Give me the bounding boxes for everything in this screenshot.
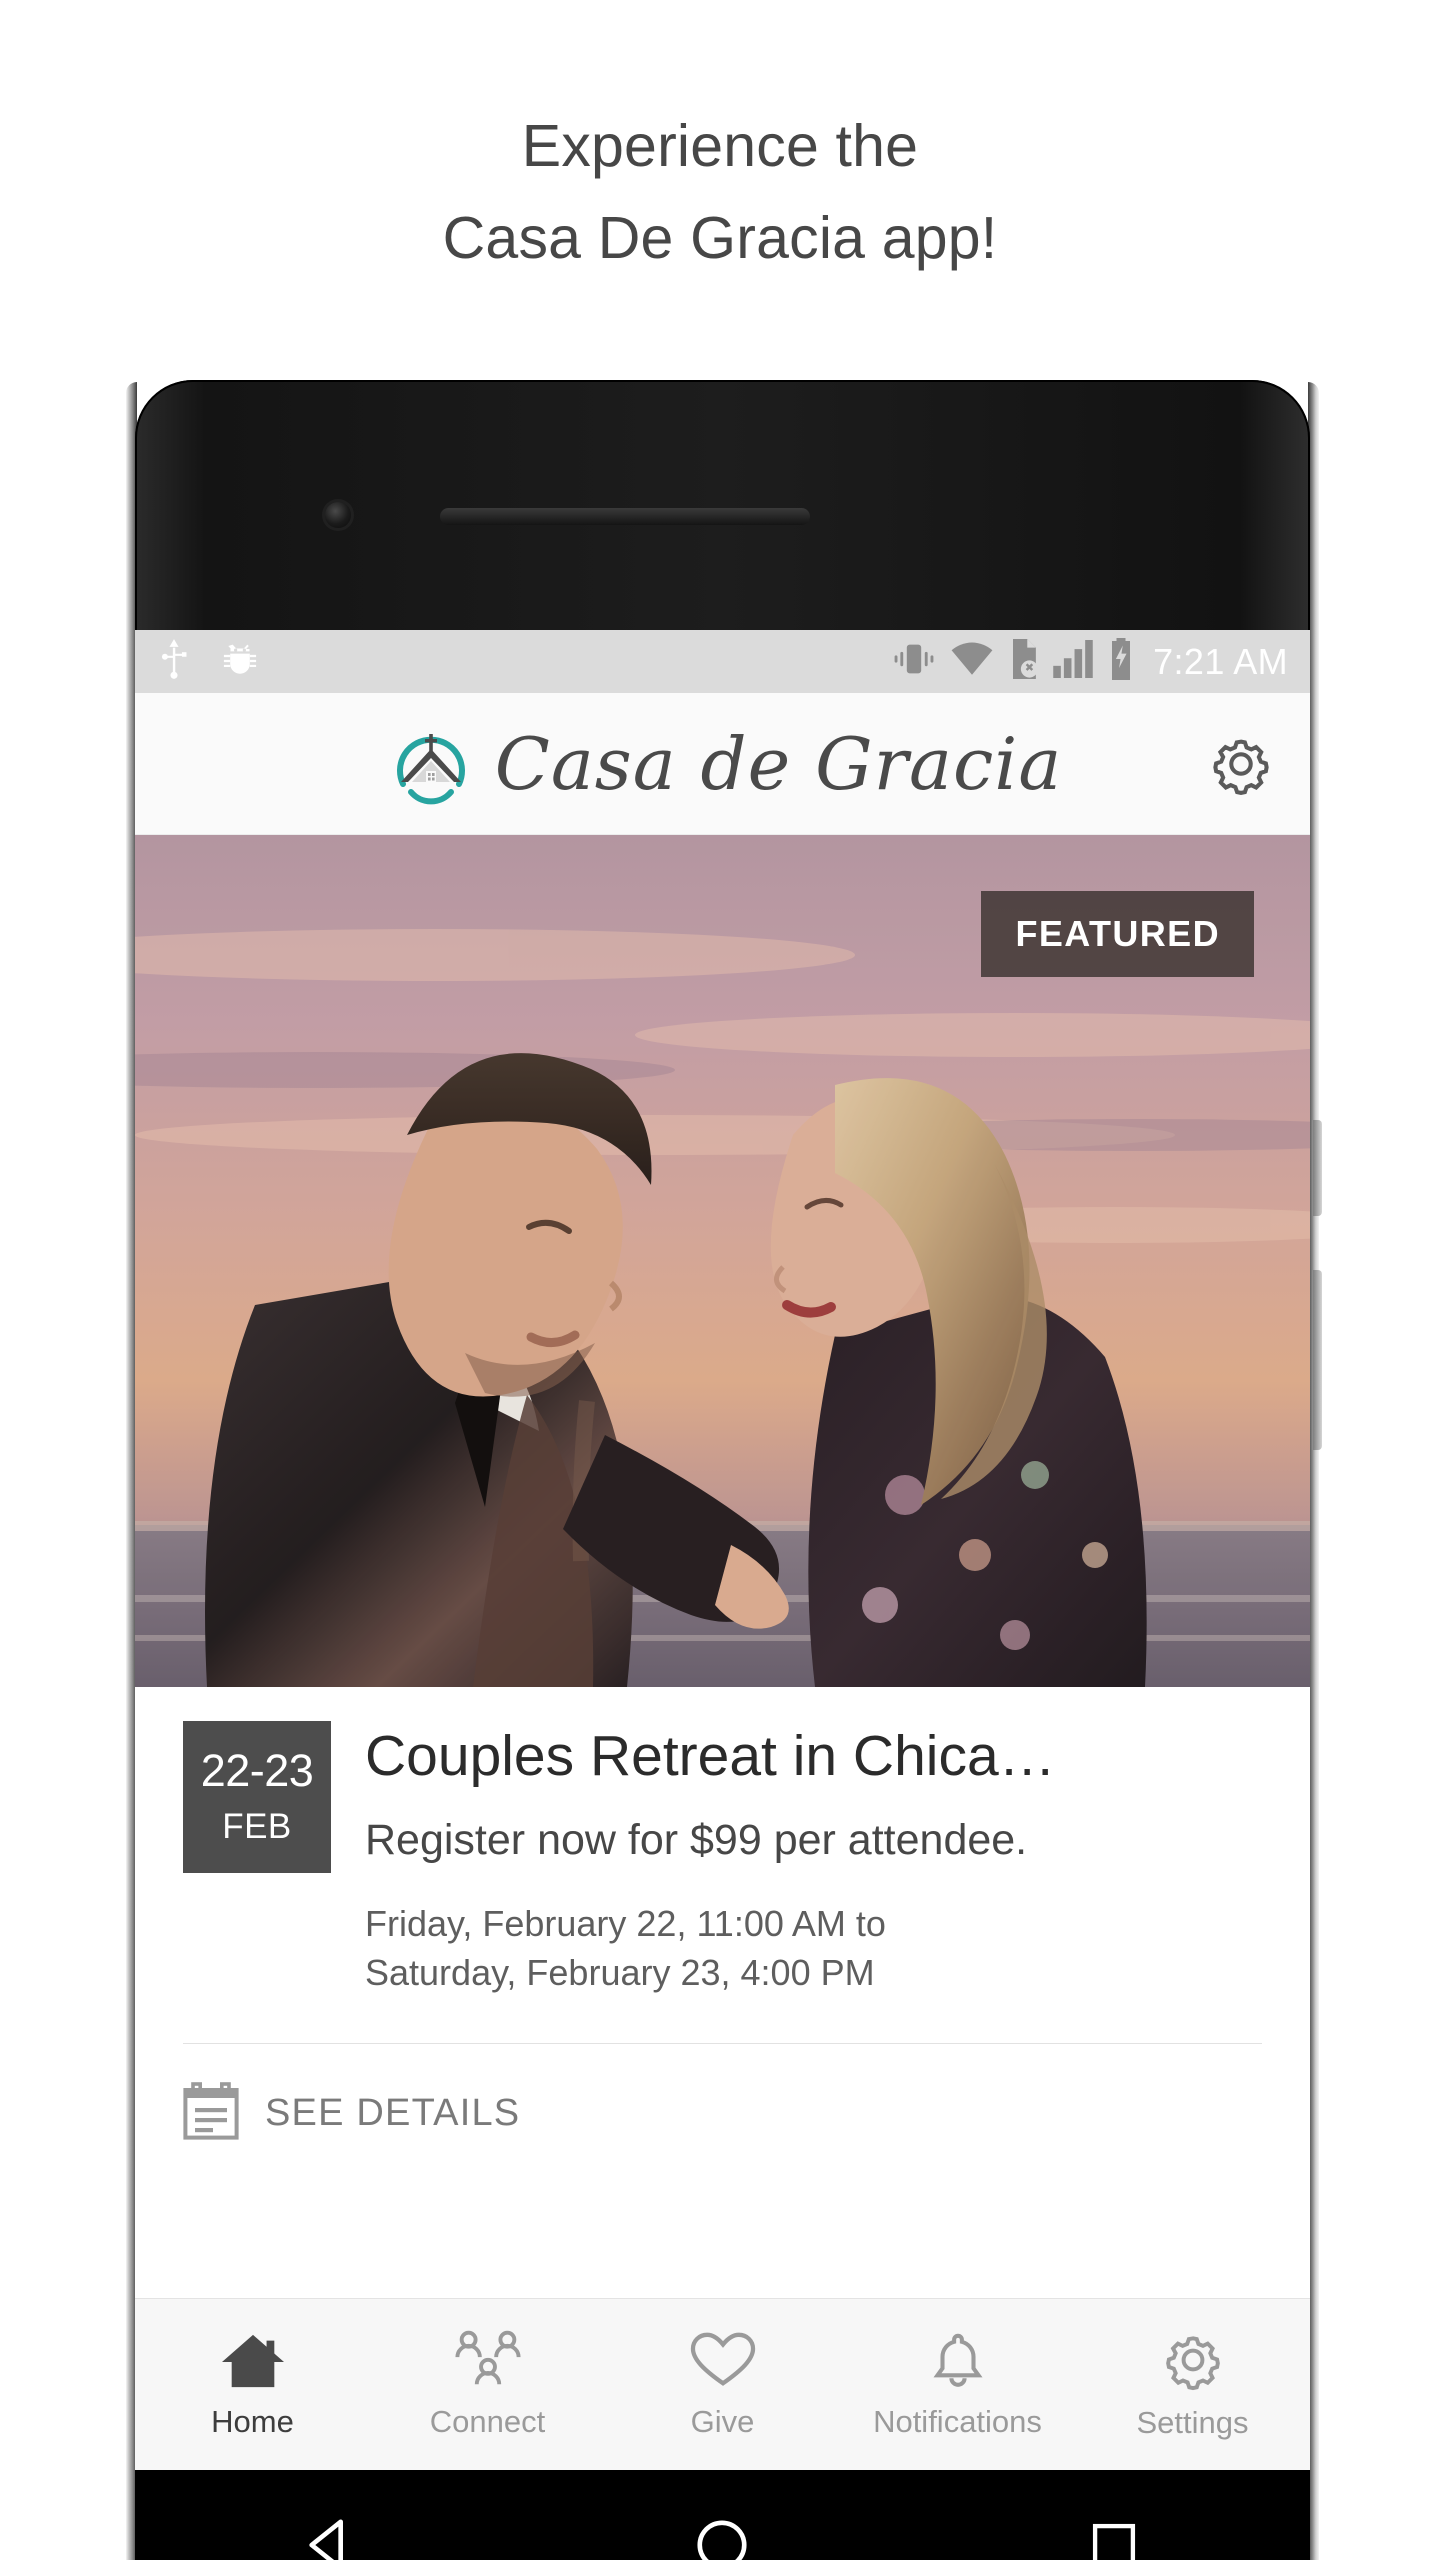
promo-headline: Experience the Casa De Gracia app! bbox=[0, 100, 1440, 284]
tab-give-label: Give bbox=[690, 2404, 755, 2439]
tab-notifications[interactable]: Notifications bbox=[840, 2299, 1075, 2470]
volume-button[interactable] bbox=[1313, 1270, 1322, 1450]
event-datetime: Friday, February 22, 11:00 AM to Saturda… bbox=[365, 1900, 1262, 1998]
status-bar-clock: 7:21 AM bbox=[1153, 640, 1288, 682]
tab-notifications-label: Notifications bbox=[873, 2404, 1042, 2439]
vibrate-icon bbox=[891, 641, 937, 682]
see-details-button[interactable]: SEE DETAILS bbox=[135, 2044, 1310, 2183]
tab-connect[interactable]: Connect bbox=[370, 2299, 605, 2470]
gear-icon bbox=[1161, 2328, 1225, 2397]
see-details-label: SEE DETAILS bbox=[265, 2092, 521, 2135]
bell-icon bbox=[927, 2329, 989, 2396]
tab-settings-label: Settings bbox=[1136, 2405, 1249, 2440]
phone-screen: 7:21 AM Casa de Gracia FEATURED 22-23 FE… bbox=[135, 630, 1310, 2470]
promo-headline-line-2: Casa De Gracia app! bbox=[442, 205, 998, 271]
event-card-text: Couples Retreat in Chica… Register now f… bbox=[365, 1721, 1262, 1997]
battery-charging-icon bbox=[1107, 638, 1135, 685]
event-card-top: 22-23 FEB Couples Retreat in Chica… Regi… bbox=[135, 1721, 1310, 1997]
earpiece-speaker bbox=[440, 508, 810, 525]
bottom-tab-bar: Home Connect Give Notifications Settings bbox=[135, 2298, 1310, 2470]
status-bar-left-icons bbox=[157, 639, 259, 684]
people-connect-icon bbox=[453, 2329, 523, 2396]
power-button[interactable] bbox=[1313, 1120, 1322, 1216]
heart-icon bbox=[688, 2329, 758, 2396]
back-triangle-icon[interactable] bbox=[294, 2508, 368, 2560]
android-navigation-bar bbox=[135, 2470, 1310, 2560]
app-top-bar: Casa de Gracia bbox=[135, 693, 1310, 835]
tab-settings[interactable]: Settings bbox=[1075, 2299, 1310, 2470]
featured-event-card[interactable]: 22-23 FEB Couples Retreat in Chica… Regi… bbox=[135, 1687, 1310, 2184]
status-bar-right-icons: 7:21 AM bbox=[891, 638, 1288, 685]
promo-screenshot-page: Experience the Casa De Gracia app! 7:21 … bbox=[0, 0, 1440, 2560]
promo-headline-line-1: Experience the bbox=[521, 113, 919, 179]
android-status-bar: 7:21 AM bbox=[135, 630, 1310, 693]
event-title: Couples Retreat in Chica… bbox=[365, 1725, 1056, 1788]
wifi-icon bbox=[951, 642, 993, 681]
casa-de-gracia-church-logo-icon bbox=[383, 716, 479, 812]
event-date-month: FEB bbox=[222, 1806, 292, 1846]
tab-home-label: Home bbox=[211, 2404, 294, 2439]
home-icon bbox=[220, 2329, 286, 2396]
front-camera-icon bbox=[325, 502, 351, 528]
tab-connect-label: Connect bbox=[429, 2404, 546, 2439]
phone-device-mockup: 7:21 AM Casa de Gracia FEATURED 22-23 FE… bbox=[126, 380, 1322, 2560]
tab-give[interactable]: Give bbox=[605, 2299, 840, 2470]
app-brand: Casa de Gracia bbox=[383, 716, 1063, 812]
event-datetime-line-1: Friday, February 22, 11:00 AM to bbox=[365, 1902, 886, 1944]
gear-icon[interactable] bbox=[1208, 731, 1274, 797]
home-circle-icon[interactable] bbox=[685, 2508, 759, 2560]
android-debug-bug-icon bbox=[221, 640, 259, 683]
app-wordmark: Casa de Gracia bbox=[494, 721, 1063, 806]
event-datetime-line-2: Saturday, February 23, 4:00 PM bbox=[365, 1951, 875, 1993]
cellular-signal-icon bbox=[1053, 640, 1093, 683]
event-date-days: 22-23 bbox=[200, 1745, 314, 1797]
sd-card-error-icon bbox=[1007, 639, 1039, 684]
featured-badge: FEATURED bbox=[981, 891, 1254, 977]
tab-home[interactable]: Home bbox=[135, 2299, 370, 2470]
calendar-icon bbox=[183, 2082, 239, 2145]
featured-hero-image[interactable]: FEATURED bbox=[135, 835, 1310, 1687]
recents-square-icon[interactable] bbox=[1077, 2508, 1151, 2560]
event-subtitle: Register now for $99 per attendee. bbox=[365, 1815, 1028, 1864]
usb-icon bbox=[157, 639, 191, 684]
event-date-badge: 22-23 FEB bbox=[183, 1721, 331, 1873]
